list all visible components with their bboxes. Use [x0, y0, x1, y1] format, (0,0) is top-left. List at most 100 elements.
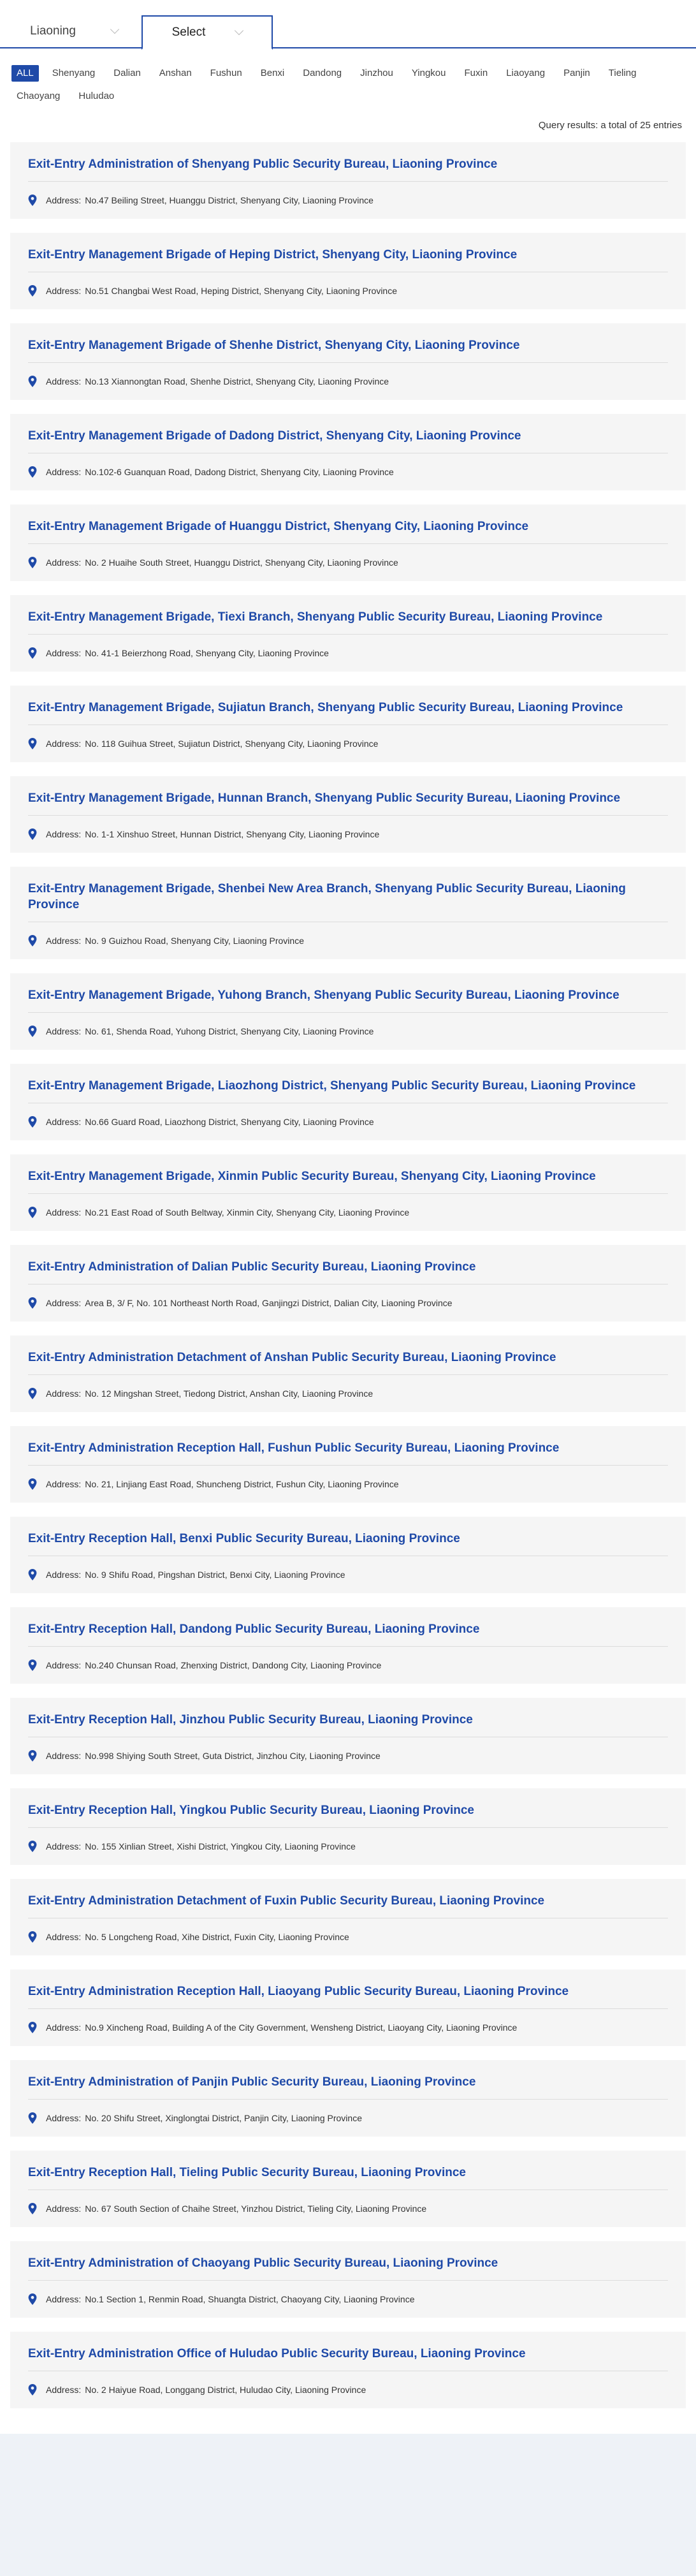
location-pin-icon — [28, 557, 37, 568]
city-filter-tieling[interactable]: Tieling — [604, 65, 642, 82]
office-title-link[interactable]: Exit-Entry Management Brigade of Dadong … — [28, 428, 668, 453]
office-title-link[interactable]: Exit-Entry Administration Office of Hulu… — [28, 2346, 668, 2371]
address-label: Address: — [46, 286, 82, 296]
office-card: Exit-Entry Management Brigade of Heping … — [10, 233, 686, 309]
page: Liaoning Select ALL Shenyang Dalian Anshan F… — [0, 0, 696, 2434]
address-value: No.240 Chunsan Road, Zhenxing District, … — [85, 1660, 382, 1670]
office-card: Exit-Entry Management Brigade, Tiexi Bra… — [10, 595, 686, 672]
city-filter-chaoyang[interactable]: Chaoyang — [11, 88, 65, 105]
office-title-link[interactable]: Exit-Entry Administration Reception Hall… — [28, 1984, 668, 2009]
office-card: Exit-Entry Management Brigade of Huanggu… — [10, 504, 686, 581]
office-address-row: Address: No. 67 South Section of Chaihe … — [28, 2190, 668, 2214]
office-title-link[interactable]: Exit-Entry Administration Detachment of … — [28, 1893, 668, 1918]
address-label: Address: — [46, 1207, 82, 1218]
office-address-row: Address: No. 20 Shifu Street, Xinglongta… — [28, 2100, 668, 2124]
city-filter-panjin[interactable]: Panjin — [558, 65, 595, 82]
office-title-link[interactable]: Exit-Entry Management Brigade of Huanggu… — [28, 519, 668, 544]
office-title-link[interactable]: Exit-Entry Management Brigade, Tiexi Bra… — [28, 609, 668, 635]
city-filter-fuxin[interactable]: Fuxin — [460, 65, 493, 82]
office-card: Exit-Entry Reception Hall, Dandong Publi… — [10, 1607, 686, 1684]
location-pin-icon — [28, 1388, 37, 1399]
office-address-row: Address: No. 41-1 Beierzhong Road, Sheny… — [28, 635, 668, 659]
address-value: No. 20 Shifu Street, Xinglongtai Distric… — [85, 2113, 362, 2123]
office-card: Exit-Entry Administration of Panjin Publ… — [10, 2060, 686, 2137]
office-address-row: Address: No. 1-1 Xinshuo Street, Hunnan … — [28, 816, 668, 840]
address-label: Address: — [46, 1298, 82, 1308]
office-title-link[interactable]: Exit-Entry Reception Hall, Yingkou Publi… — [28, 1802, 668, 1828]
office-title-link[interactable]: Exit-Entry Management Brigade, Xinmin Pu… — [28, 1168, 668, 1194]
location-pin-icon — [28, 466, 37, 478]
office-title-link[interactable]: Exit-Entry Administration of Dalian Publ… — [28, 1259, 668, 1284]
city-filter-jinzhou[interactable]: Jinzhou — [355, 65, 398, 82]
office-title-link[interactable]: Exit-Entry Reception Hall, Dandong Publi… — [28, 1621, 668, 1647]
location-pin-icon — [28, 285, 37, 297]
address-value: No.1 Section 1, Renmin Road, Shuangta Di… — [85, 2294, 415, 2304]
office-address-row: Address: No.66 Guard Road, Liaozhong Dis… — [28, 1103, 668, 1128]
province-dropdown[interactable]: Liaoning — [11, 14, 136, 48]
address-value: No.9 Xincheng Road, Building A of the Ci… — [85, 2022, 518, 2033]
city-filter-bar: ALL Shenyang Dalian Anshan Fushun Benxi Dandon… — [0, 48, 696, 105]
office-address-row: Address: No. 2 Huaihe South Street, Huan… — [28, 544, 668, 568]
office-title-link[interactable]: Exit-Entry Management Brigade, Liaozhong… — [28, 1078, 668, 1103]
address-value: No.51 Changbai West Road, Heping Distric… — [85, 286, 397, 296]
address-label: Address: — [46, 2204, 82, 2214]
city-filter-all[interactable]: ALL — [11, 65, 39, 82]
address-value: No. 155 Xinlian Street, Xishi District, … — [85, 1841, 356, 1851]
office-title-link[interactable]: Exit-Entry Administration of Panjin Publ… — [28, 2074, 668, 2100]
office-card: Exit-Entry Reception Hall, Benxi Public … — [10, 1517, 686, 1593]
office-title-link[interactable]: Exit-Entry Reception Hall, Tieling Publi… — [28, 2165, 668, 2190]
city-filter-huludao[interactable]: Huludao — [73, 88, 119, 105]
location-pin-icon — [28, 1116, 37, 1128]
office-address-row: Address: No.1 Section 1, Renmin Road, Sh… — [28, 2281, 668, 2305]
office-title-link[interactable]: Exit-Entry Administration Reception Hall… — [28, 1440, 668, 1466]
city-filter-liaoyang[interactable]: Liaoyang — [501, 65, 550, 82]
office-title-link[interactable]: Exit-Entry Management Brigade of Shenhe … — [28, 337, 668, 363]
location-pin-icon — [28, 1297, 37, 1309]
office-address-row: Address: No.13 Xiannongtan Road, Shenhe … — [28, 363, 668, 387]
city-filter-benxi[interactable]: Benxi — [256, 65, 290, 82]
location-pin-icon — [28, 376, 37, 387]
office-card: Exit-Entry Reception Hall, Jinzhou Publi… — [10, 1698, 686, 1774]
office-card: Exit-Entry Management Brigade of Shenhe … — [10, 323, 686, 400]
location-pin-icon — [28, 1207, 37, 1218]
address-value: No.13 Xiannongtan Road, Shenhe District,… — [85, 376, 389, 386]
office-title-link[interactable]: Exit-Entry Management Brigade, Yuhong Br… — [28, 987, 668, 1013]
location-pin-icon — [28, 828, 37, 840]
office-title-link[interactable]: Exit-Entry Administration of Chaoyang Pu… — [28, 2255, 668, 2281]
office-title-link[interactable]: Exit-Entry Reception Hall, Benxi Public … — [28, 1531, 668, 1556]
office-address-row: Address: No.51 Changbai West Road, Hepin… — [28, 272, 668, 297]
office-address-row: Address: No.240 Chunsan Road, Zhenxing D… — [28, 1647, 668, 1671]
city-dropdown[interactable]: Select — [141, 15, 273, 50]
office-title-link[interactable]: Exit-Entry Administration Detachment of … — [28, 1350, 668, 1375]
office-card: Exit-Entry Administration Detachment of … — [10, 1879, 686, 1955]
city-filter-yingkou[interactable]: Yingkou — [407, 65, 451, 82]
city-filter-dalian[interactable]: Dalian — [108, 65, 146, 82]
office-address-row: Address: Area B, 3/ F, No. 101 Northeast… — [28, 1284, 668, 1309]
address-label: Address: — [46, 557, 82, 568]
office-title-link[interactable]: Exit-Entry Management Brigade of Heping … — [28, 247, 668, 272]
address-label: Address: — [46, 936, 82, 946]
office-title-link[interactable]: Exit-Entry Management Brigade, Shenbei N… — [28, 881, 668, 922]
office-card: Exit-Entry Management Brigade, Liaozhong… — [10, 1064, 686, 1140]
office-address-row: Address: No. 155 Xinlian Street, Xishi D… — [28, 1828, 668, 1852]
address-label: Address: — [46, 1660, 82, 1670]
address-value: No.102-6 Guanquan Road, Dadong District,… — [85, 467, 394, 477]
location-pin-icon — [28, 1569, 37, 1580]
location-pin-icon — [28, 2112, 37, 2124]
office-title-link[interactable]: Exit-Entry Management Brigade, Sujiatun … — [28, 700, 668, 725]
office-address-row: Address: No.102-6 Guanquan Road, Dadong … — [28, 453, 668, 478]
city-filter-fushun[interactable]: Fushun — [205, 65, 247, 82]
office-card: Exit-Entry Management Brigade, Yuhong Br… — [10, 973, 686, 1050]
city-filter-shenyang[interactable]: Shenyang — [47, 65, 101, 82]
city-filter-dandong[interactable]: Dandong — [298, 65, 347, 82]
address-label: Address: — [46, 1570, 82, 1580]
office-title-link[interactable]: Exit-Entry Administration of Shenyang Pu… — [28, 156, 668, 182]
location-pin-icon — [28, 2293, 37, 2305]
office-title-link[interactable]: Exit-Entry Reception Hall, Jinzhou Publi… — [28, 1712, 668, 1737]
city-filter-anshan[interactable]: Anshan — [154, 65, 197, 82]
office-title-link[interactable]: Exit-Entry Management Brigade, Hunnan Br… — [28, 790, 668, 816]
location-pin-icon — [28, 1841, 37, 1852]
location-pin-icon — [28, 1026, 37, 1037]
address-value: No. 21, Linjiang East Road, Shuncheng Di… — [85, 1479, 399, 1489]
address-label: Address: — [46, 195, 82, 205]
